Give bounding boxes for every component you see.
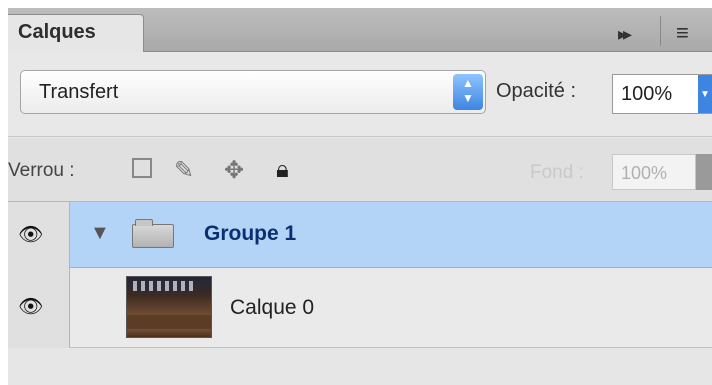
fill-dropdown-icon[interactable] — [696, 154, 712, 190]
layers-empty-area — [8, 348, 712, 385]
fill-input[interactable]: 100% — [612, 154, 696, 190]
layer-content[interactable]: Calque 0 — [70, 268, 712, 348]
tab-calques[interactable]: Calques — [8, 14, 144, 53]
layer-row-image[interactable]: 👁︎ Calque 0 — [8, 268, 712, 348]
panel-menu-icon[interactable]: ≡ — [676, 20, 689, 46]
collapse-icon[interactable]: ▸▸ — [618, 24, 632, 45]
eye-visibility-icon[interactable]: 👁︎ — [18, 294, 43, 319]
layer-row-group[interactable]: 👁︎ ▼ Groupe 1 — [8, 202, 712, 268]
blend-mode-stepper-icon[interactable]: ▲ ▼ — [453, 74, 483, 110]
lock-pixels-brush-icon[interactable]: ✎ — [174, 156, 194, 185]
blend-row: Transfert ▲ ▼ Opacité : 100% ▼ — [8, 52, 712, 137]
layer-name[interactable]: Calque 0 — [230, 296, 314, 320]
tab-divider — [660, 16, 661, 46]
lock-all-padlock-icon[interactable]: 🔒︎ — [276, 156, 289, 184]
blend-mode-select[interactable]: Transfert ▲ ▼ — [20, 70, 486, 114]
layer-content[interactable]: ▼ Groupe 1 — [70, 202, 712, 268]
visibility-column: 👁︎ — [8, 202, 70, 268]
layers-panel: Calques ▸▸ ≡ Transfert ▲ ▼ Opacité : 100%… — [8, 8, 712, 385]
lock-transparency-icon[interactable] — [132, 156, 152, 185]
layer-name[interactable]: Groupe 1 — [204, 222, 296, 246]
lock-label: Verrou : — [8, 160, 75, 181]
disclosure-triangle-icon[interactable]: ▼ — [90, 222, 110, 245]
eye-visibility-icon[interactable]: 👁︎ — [18, 222, 43, 247]
fill-label: Fond : — [530, 162, 584, 183]
layer-thumbnail — [126, 276, 212, 338]
opacity-input[interactable]: 100% — [612, 74, 712, 114]
lock-position-move-icon[interactable]: ✥ — [224, 156, 244, 185]
lock-row: Verrou : ✎ ✥ 🔒︎ Fond : 100% — [8, 138, 712, 202]
visibility-column: 👁︎ — [8, 268, 70, 348]
blend-mode-value: Transfert — [39, 81, 119, 103]
folder-icon — [132, 219, 174, 248]
opacity-dropdown-icon[interactable]: ▼ — [698, 75, 712, 113]
tab-bar: Calques ▸▸ ≡ — [8, 8, 712, 53]
opacity-label: Opacité : — [496, 80, 577, 102]
